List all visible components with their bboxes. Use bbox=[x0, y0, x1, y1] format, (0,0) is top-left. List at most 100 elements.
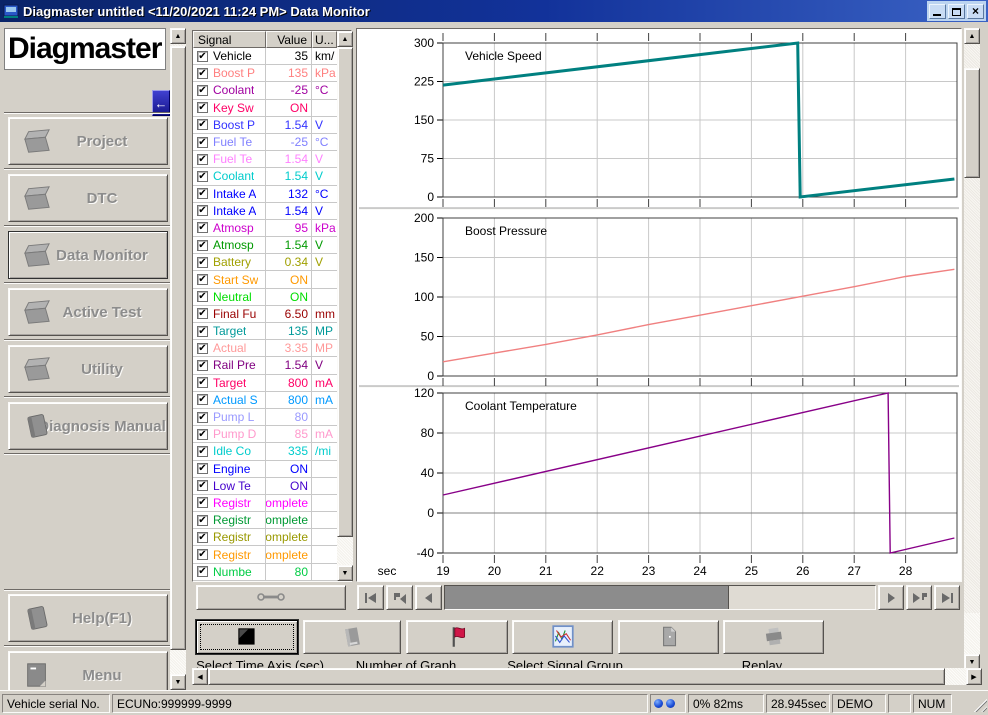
scrollbar-track[interactable] bbox=[964, 613, 980, 654]
table-row[interactable]: ✔ Start Sw ON bbox=[193, 271, 337, 288]
chart-scrollbar[interactable]: ▲ ▼ bbox=[964, 28, 980, 670]
table-row[interactable]: ✔ Pump D 85 mA bbox=[193, 426, 337, 443]
minimize-button[interactable] bbox=[929, 4, 946, 19]
scroll-down-icon[interactable]: ▼ bbox=[170, 674, 186, 690]
signal-checkbox[interactable]: ✔ bbox=[197, 412, 208, 423]
table-row[interactable]: ✔ Coolant -25 °C bbox=[193, 82, 337, 99]
replay-progress-bar[interactable] bbox=[444, 585, 876, 610]
signal-checkbox[interactable]: ✔ bbox=[197, 188, 208, 199]
table-row[interactable]: ✔ Boost P 1.54 V bbox=[193, 117, 337, 134]
column-header-signal[interactable]: Signal bbox=[193, 31, 266, 48]
table-row[interactable]: ✔ Engine ON bbox=[193, 461, 337, 478]
signal-checkbox[interactable]: ✔ bbox=[197, 171, 208, 182]
table-row[interactable]: ✔ Actual 3.35 MP bbox=[193, 340, 337, 357]
table-row[interactable]: ✔ Pump L 80 bbox=[193, 409, 337, 426]
scrollbar-thumb[interactable] bbox=[208, 668, 945, 685]
signal-checkbox[interactable]: ✔ bbox=[197, 429, 208, 440]
table-row[interactable]: ✔ Target 800 mA bbox=[193, 375, 337, 392]
sidebar-item-menu[interactable]: Menu bbox=[8, 651, 168, 690]
previous-flag-button[interactable] bbox=[386, 585, 413, 610]
table-row[interactable]: ✔ Registr Complete bbox=[193, 512, 337, 529]
signal-checkbox[interactable]: ✔ bbox=[197, 566, 208, 577]
sidebar-item-dtc[interactable]: DTC bbox=[8, 174, 168, 222]
scrollbar-track[interactable] bbox=[337, 537, 353, 565]
signal-checkbox[interactable]: ✔ bbox=[197, 68, 208, 79]
column-header-value[interactable]: Value bbox=[266, 31, 312, 48]
sidebar-item-help-f1[interactable]: Help(F1) bbox=[8, 594, 168, 642]
table-row[interactable]: ✔ Registr Complete bbox=[193, 546, 337, 563]
signal-checkbox[interactable]: ✔ bbox=[197, 360, 208, 371]
table-row[interactable]: ✔ Registr Complete bbox=[193, 495, 337, 512]
table-row[interactable]: ✔ Fuel Te -25 °C bbox=[193, 134, 337, 151]
scrollbar-track[interactable] bbox=[170, 650, 186, 674]
table-row[interactable]: ✔ Key Sw ON bbox=[193, 100, 337, 117]
go-to-start-button[interactable] bbox=[357, 585, 384, 610]
number-of-graph-button[interactable] bbox=[303, 620, 401, 654]
table-row[interactable]: ✔ Atmosp 95 kPa bbox=[193, 220, 337, 237]
table-row[interactable]: ✔ Low Te ON bbox=[193, 478, 337, 495]
step-forward-button[interactable] bbox=[878, 585, 904, 610]
signal-checkbox[interactable]: ✔ bbox=[197, 480, 208, 491]
scrollbar-track[interactable] bbox=[945, 668, 966, 685]
next-flag-button[interactable] bbox=[906, 585, 932, 610]
signal-checkbox[interactable]: ✔ bbox=[197, 497, 208, 508]
table-scrollbar[interactable]: ▲ ▼ bbox=[337, 31, 353, 581]
signal-group-button[interactable] bbox=[512, 620, 613, 654]
sidebar-item-data-monitor[interactable]: Data Monitor bbox=[8, 231, 168, 279]
signal-checkbox[interactable]: ✔ bbox=[197, 308, 208, 319]
column-header-unit[interactable]: U... bbox=[312, 31, 337, 48]
sidebar-item-project[interactable]: Project bbox=[8, 117, 168, 165]
signal-checkbox[interactable]: ✔ bbox=[197, 532, 208, 543]
table-row[interactable]: ✔ Actual S 800 mA bbox=[193, 392, 337, 409]
table-row[interactable]: ✔ Atmosp 1.54 V bbox=[193, 237, 337, 254]
signal-checkbox[interactable]: ✔ bbox=[197, 102, 208, 113]
horizontal-scrollbar[interactable]: ◀ ▶ bbox=[192, 668, 982, 685]
step-back-button[interactable] bbox=[415, 585, 442, 610]
signal-checkbox[interactable]: ✔ bbox=[197, 343, 208, 354]
table-row[interactable]: ✔ Intake A 1.54 V bbox=[193, 203, 337, 220]
sidebar-item-active-test[interactable]: Active Test bbox=[8, 288, 168, 336]
signal-checkbox[interactable]: ✔ bbox=[197, 377, 208, 388]
signal-checkbox[interactable]: ✔ bbox=[197, 394, 208, 405]
signal-checkbox[interactable]: ✔ bbox=[197, 205, 208, 216]
scrollbar-thumb[interactable] bbox=[337, 47, 353, 537]
table-row[interactable]: ✔ Idle Co 335 /mi bbox=[193, 443, 337, 460]
signal-checkbox[interactable]: ✔ bbox=[197, 326, 208, 337]
replay-file-button[interactable] bbox=[618, 620, 719, 654]
flag-marker-button[interactable] bbox=[406, 620, 508, 654]
table-row[interactable]: ✔ Numbe 80 bbox=[193, 564, 337, 581]
sidebar-item-diagnosis-manual[interactable]: Diagnosis Manual bbox=[8, 402, 168, 450]
scroll-down-icon[interactable]: ▼ bbox=[337, 565, 353, 581]
table-row[interactable]: ✔ Registr Complete bbox=[193, 529, 337, 546]
signal-checkbox[interactable]: ✔ bbox=[197, 463, 208, 474]
signal-checkbox[interactable]: ✔ bbox=[197, 154, 208, 165]
signal-checkbox[interactable]: ✔ bbox=[197, 446, 208, 457]
table-row[interactable]: ✔ Fuel Te 1.54 V bbox=[193, 151, 337, 168]
table-row[interactable]: ✔ Coolant 1.54 V bbox=[193, 168, 337, 185]
signal-checkbox[interactable]: ✔ bbox=[197, 137, 208, 148]
scrollbar-thumb[interactable] bbox=[964, 68, 980, 178]
scroll-right-icon[interactable]: ▶ bbox=[966, 668, 982, 685]
scroll-up-icon[interactable]: ▲ bbox=[337, 31, 353, 47]
table-row[interactable]: ✔ Rail Pre 1.54 V bbox=[193, 357, 337, 374]
go-to-end-button[interactable] bbox=[934, 585, 960, 610]
settings-button[interactable] bbox=[196, 585, 346, 610]
signal-checkbox[interactable]: ✔ bbox=[197, 222, 208, 233]
signal-checkbox[interactable]: ✔ bbox=[197, 515, 208, 526]
close-button[interactable]: × bbox=[967, 4, 984, 19]
signal-checkbox[interactable]: ✔ bbox=[197, 85, 208, 96]
sidebar-item-utility[interactable]: Utility bbox=[8, 345, 168, 393]
table-row[interactable]: ✔ Neutral ON bbox=[193, 289, 337, 306]
print-button[interactable] bbox=[723, 620, 824, 654]
signal-checkbox[interactable]: ✔ bbox=[197, 51, 208, 62]
signal-checkbox[interactable]: ✔ bbox=[197, 549, 208, 560]
scrollbar-thumb[interactable] bbox=[170, 46, 186, 650]
scroll-left-icon[interactable]: ◀ bbox=[192, 668, 208, 685]
signal-checkbox[interactable]: ✔ bbox=[197, 257, 208, 268]
time-axis-button[interactable] bbox=[196, 620, 298, 654]
table-row[interactable]: ✔ Final Fu 6.50 mm bbox=[193, 306, 337, 323]
table-row[interactable]: ✔ Target 135 MP bbox=[193, 323, 337, 340]
scroll-up-icon[interactable]: ▲ bbox=[170, 28, 186, 44]
sidebar-scrollbar[interactable]: ▲ ▼ bbox=[170, 28, 186, 690]
signal-checkbox[interactable]: ✔ bbox=[197, 291, 208, 302]
